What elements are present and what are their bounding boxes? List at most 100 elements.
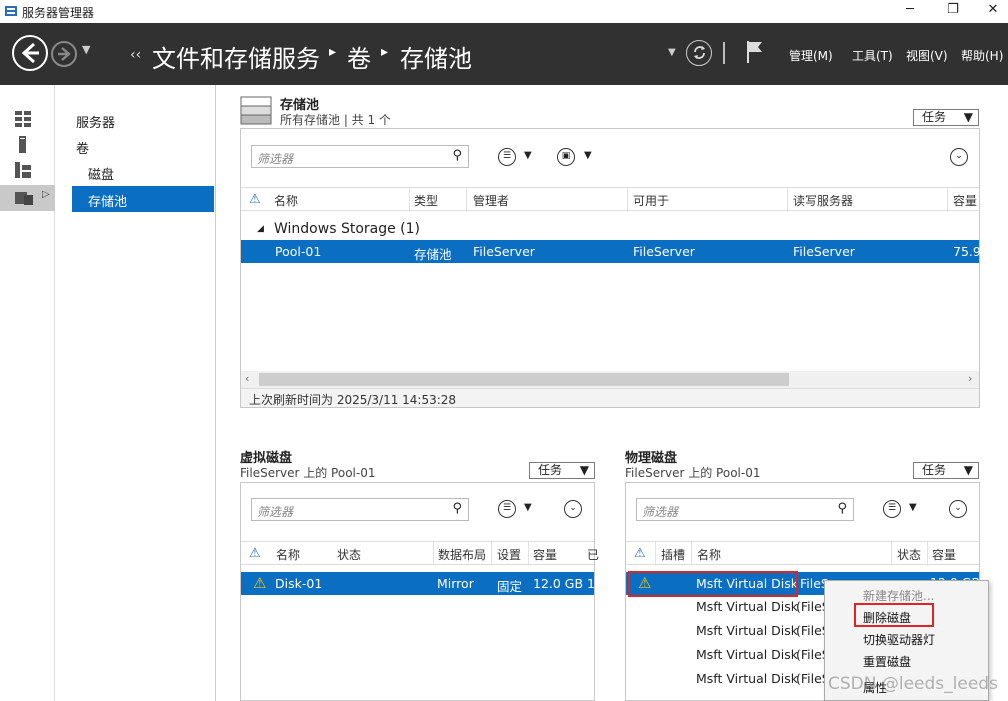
menu-item-reset-disk[interactable]: 重置磁盘: [863, 653, 911, 670]
col-sep: [891, 542, 892, 566]
warning-column-icon[interactable]: ⚠: [634, 546, 646, 561]
vdisk-task-button[interactable]: 任务 ▼: [529, 462, 595, 479]
filter-placeholder: 筛选器: [642, 505, 679, 519]
cell-type: 存储池: [414, 247, 452, 262]
col-capacity[interactable]: 容量: [932, 546, 956, 563]
cell-name: Msft Virtual Disk: [696, 647, 799, 662]
vdisk-subtitle: FileServer 上的 Pool-01: [240, 466, 376, 480]
scrollbar-thumb[interactable]: [259, 373, 789, 386]
breadcrumb-item-volumes[interactable]: 卷: [347, 39, 371, 74]
dropdown-arrow-icon: ▼: [579, 463, 589, 477]
pools-task-label: 任务: [922, 110, 947, 124]
col-rw-server[interactable]: 读写服务器: [793, 192, 853, 209]
dropdown-arrow-icon[interactable]: ▼: [524, 150, 532, 161]
cell-name: Disk-01: [275, 576, 323, 591]
search-icon[interactable]: ⚲: [452, 148, 462, 163]
close-button[interactable]: ✕: [978, 2, 1008, 20]
pools-panel: 筛选器 ⚲ ☰ ▼ ▣ ▼ ⌄ ⚠ 名称 类型 管理者 可用于 读写服务器 容量…: [240, 128, 981, 408]
save-query-icon[interactable]: ▣: [557, 148, 575, 166]
pools-header-row: ⚠ 名称 类型 管理者 可用于 读写服务器 容量: [241, 187, 979, 212]
back-button[interactable]: [12, 35, 48, 71]
list-options-icon[interactable]: ☰: [498, 148, 516, 166]
status-strip: 上次刷新时间为 2025/3/11 14:53:28: [241, 388, 979, 407]
search-icon[interactable]: ⚲: [452, 501, 462, 516]
collapse-icon[interactable]: ⌄: [564, 500, 582, 518]
local-server-icon[interactable]: [18, 136, 28, 153]
dropdown-arrow-icon[interactable]: ▼: [909, 502, 917, 513]
list-options-icon[interactable]: ☰: [883, 500, 901, 518]
list-options-icon[interactable]: ☰: [498, 500, 516, 518]
dashboard-icon[interactable]: [15, 111, 33, 127]
watermark-text: CSDN @leeds_leeds: [828, 674, 998, 694]
col-setting[interactable]: 设置: [497, 546, 521, 563]
dropdown-arrow-icon[interactable]: ▼: [524, 502, 532, 513]
history-dropdown-icon[interactable]: ▼: [82, 43, 90, 56]
restore-button[interactable]: ❐: [938, 2, 968, 20]
nav-item-pools: 存储池: [88, 195, 128, 210]
col-allocated[interactable]: 已: [587, 546, 599, 563]
horizontal-scrollbar[interactable]: ‹ ›: [241, 371, 979, 388]
collapse-icon[interactable]: ⌄: [950, 148, 968, 166]
vdisk-header-row: ⚠ 名称 状态 数据布局 设置 容量 已: [241, 541, 599, 566]
dropdown-arrow-icon[interactable]: ▼: [668, 47, 676, 58]
menu-view[interactable]: 视图(V): [906, 47, 948, 64]
dropdown-arrow-icon: ▼: [963, 463, 973, 477]
col-sep: [655, 542, 656, 566]
secondary-nav: 服务器 卷 磁盘 存储池: [56, 85, 216, 701]
menu-item-new-pool[interactable]: 新建存储池...: [863, 587, 934, 604]
file-storage-nav-selected[interactable]: ▷: [0, 185, 55, 211]
cell-setting: 固定: [497, 579, 523, 594]
vdisk-filter-input[interactable]: 筛选器 ⚲: [251, 498, 469, 521]
expand-arrow-icon[interactable]: ▷: [42, 189, 50, 200]
col-capacity[interactable]: 容量: [953, 192, 977, 209]
col-capacity[interactable]: 容量: [533, 546, 557, 563]
group-collapse-icon[interactable]: ◢: [257, 224, 264, 234]
nav-item-volumes[interactable]: 卷: [76, 138, 89, 157]
col-type[interactable]: 类型: [414, 192, 438, 209]
col-status[interactable]: 状态: [897, 546, 921, 563]
col-available-to[interactable]: 可用于: [633, 192, 669, 209]
table-row[interactable]: ⚠ Disk-01 Mirror 固定 12.0 GB 1: [241, 572, 595, 595]
menu-manage[interactable]: 管理(M): [789, 47, 833, 64]
menu-tools[interactable]: 工具(T): [852, 47, 893, 64]
cell-name: Msft Virtual Disk: [696, 599, 799, 614]
nav-item-servers[interactable]: 服务器: [76, 112, 115, 131]
pdisk-task-button[interactable]: 任务 ▼: [913, 462, 979, 479]
cell-name: Pool-01: [275, 244, 322, 259]
dropdown-arrow-icon[interactable]: ▼: [584, 150, 592, 161]
all-servers-icon[interactable]: [15, 162, 33, 178]
col-status[interactable]: 状态: [337, 546, 361, 563]
col-managed-by[interactable]: 管理者: [473, 192, 509, 209]
nav-item-disks[interactable]: 磁盘: [88, 164, 114, 183]
warning-column-icon[interactable]: ⚠: [249, 546, 261, 561]
col-layout[interactable]: 数据布局: [438, 546, 486, 563]
col-slot[interactable]: 插槽: [661, 546, 685, 563]
search-icon[interactable]: ⚲: [837, 501, 847, 516]
pdisk-subtitle: FileServer 上的 Pool-01: [625, 466, 761, 480]
highlight-box-remove: [854, 603, 934, 627]
nav-item-pools-selected[interactable]: 存储池: [72, 186, 214, 212]
cell-rw-server: FileServer: [793, 244, 855, 259]
table-row[interactable]: Pool-01 存储池 FileServer FileServer FileSe…: [241, 240, 981, 263]
server-manager-icon: [5, 6, 17, 16]
forward-button[interactable]: [51, 41, 77, 67]
warning-column-icon[interactable]: ⚠: [249, 192, 261, 207]
scroll-right-icon[interactable]: ›: [968, 372, 972, 385]
notifications-flag-icon[interactable]: [744, 39, 766, 65]
pools-filter-input[interactable]: 筛选器 ⚲: [251, 145, 469, 168]
warning-icon: ⚠: [253, 574, 267, 592]
breadcrumb-item-file-storage[interactable]: 文件和存储服务: [152, 39, 320, 74]
col-name[interactable]: 名称: [697, 546, 721, 563]
pdisk-filter-input[interactable]: 筛选器 ⚲: [636, 498, 854, 521]
refresh-button[interactable]: [686, 40, 712, 66]
cell-capacity: 75.9: [953, 244, 981, 259]
menu-help[interactable]: 帮助(H): [961, 47, 1003, 64]
collapse-icon[interactable]: ⌄: [949, 500, 967, 518]
col-name[interactable]: 名称: [276, 546, 300, 563]
col-sep: [528, 542, 529, 566]
pools-task-button[interactable]: 任务 ▼: [913, 109, 979, 126]
minimize-button[interactable]: ─: [895, 2, 925, 20]
scroll-left-icon[interactable]: ‹: [245, 372, 249, 385]
menu-item-toggle-led[interactable]: 切换驱动器灯: [863, 631, 935, 648]
col-name[interactable]: 名称: [274, 192, 298, 209]
